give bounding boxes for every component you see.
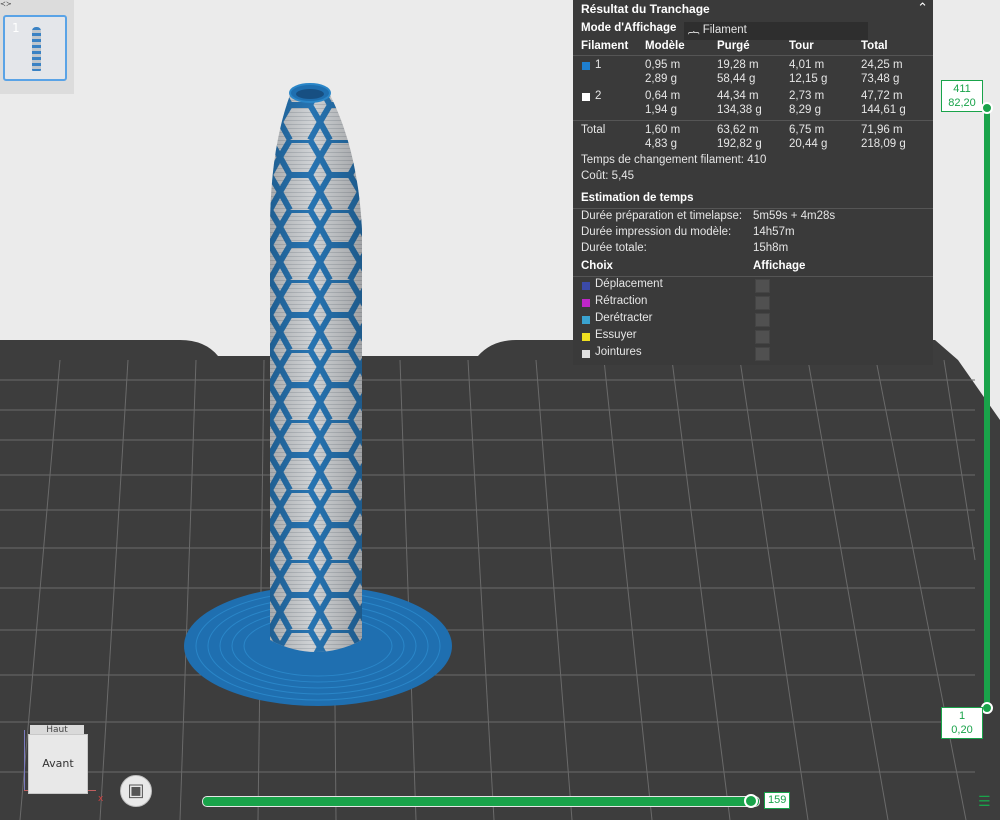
- header-model: Modèle: [645, 40, 685, 52]
- cell: 58,44 g: [717, 73, 756, 85]
- z-axis: [24, 730, 25, 790]
- cell: 20,44 g: [789, 138, 828, 150]
- time-label: Durée préparation et timelapse:: [581, 210, 743, 222]
- cell: 192,82 g: [717, 138, 762, 150]
- header-total: Total: [861, 40, 888, 52]
- cell: 0,95 m: [645, 59, 681, 71]
- cell: 2,73 m: [789, 90, 825, 102]
- layer-bottom-label: 1 0,20: [941, 707, 983, 739]
- legend-seams: Jointures: [595, 346, 642, 358]
- view-mode-select[interactable]: ︷ Filament: [684, 22, 868, 40]
- layer-top-height: 82,20: [948, 97, 976, 109]
- cell: 8,29 g: [789, 104, 821, 116]
- legend-wipe: Essuyer: [595, 329, 637, 341]
- layer-slider-top-handle[interactable]: [981, 102, 993, 114]
- layer-slider-track[interactable]: [984, 108, 990, 708]
- plate-number: 1: [12, 21, 20, 35]
- cell: 1,94 g: [645, 104, 677, 116]
- legend-swatch-retraction: [582, 299, 590, 307]
- cell: 47,72 m: [861, 90, 903, 102]
- display-checkbox-deretraction[interactable]: [755, 313, 770, 327]
- legend-swatch-deretraction: [582, 316, 590, 324]
- slicing-result-panel: Résultat du Tranchage ⌃ Mode d'Affichage…: [573, 0, 933, 365]
- cell: 2,89 g: [645, 73, 677, 85]
- layer-top-label: 411 82,20: [941, 80, 983, 112]
- cell: 4,83 g: [645, 138, 677, 150]
- x-axis-label: x: [98, 794, 104, 804]
- display-checkbox-wipe[interactable]: [755, 330, 770, 344]
- cell: 144,61 g: [861, 104, 906, 116]
- header-purged: Purgé: [717, 40, 750, 52]
- legend-travel: Déplacement: [595, 278, 663, 290]
- reset-view-icon[interactable]: ▣: [120, 775, 152, 807]
- cell: 63,62 m: [717, 124, 759, 136]
- legend-swatch-wipe: [582, 333, 590, 341]
- divider: [573, 208, 933, 209]
- time-value: 15h8m: [753, 242, 789, 254]
- time-value: 14h57m: [753, 226, 795, 238]
- view-mode-label: Mode d'Affichage: [581, 22, 677, 34]
- divider: [573, 55, 933, 56]
- layer-bottom-number: 1: [958, 710, 966, 722]
- legend-swatch-seams: [582, 350, 590, 358]
- cell: 73,48 g: [861, 73, 900, 85]
- panel-title: Résultat du Tranchage: [581, 2, 710, 16]
- filament-change-time: Temps de changement filament: 410: [581, 154, 767, 166]
- cost: Coût: 5,45: [581, 170, 635, 182]
- cell: 134,38 g: [717, 104, 762, 116]
- chevron-down-icon: ︷: [688, 24, 700, 36]
- time-value: 5m59s + 4m28s: [753, 210, 836, 222]
- cell: 0,64 m: [645, 90, 681, 102]
- plate-thumbnail[interactable]: 1: [3, 15, 67, 81]
- printed-model: [270, 83, 362, 652]
- move-slider-track[interactable]: [202, 796, 760, 807]
- cell: 19,28 m: [717, 59, 759, 71]
- legend-retraction: Rétraction: [595, 295, 648, 307]
- legend-swatch-travel: [582, 282, 590, 290]
- filament-1-id: 1: [595, 59, 602, 71]
- header-tower: Tour: [789, 40, 814, 52]
- layers-icon[interactable]: ☰: [978, 794, 991, 810]
- time-estimate-title: Estimation de temps: [581, 192, 694, 204]
- move-slider-value: 159: [764, 792, 791, 809]
- cell: 44,34 m: [717, 90, 759, 102]
- time-label: Durée totale:: [581, 242, 647, 254]
- cube-front-face[interactable]: Avant: [28, 734, 88, 794]
- view-mode-value: Filament: [702, 24, 747, 36]
- cell: 24,25 m: [861, 59, 903, 71]
- filament-1-swatch: [582, 62, 590, 70]
- display-header: Affichage: [753, 260, 806, 272]
- divider: [573, 276, 933, 277]
- filament-2-id: 2: [595, 90, 602, 102]
- display-checkbox-retraction[interactable]: [755, 296, 770, 310]
- collapse-up-icon[interactable]: ⌃: [917, 0, 928, 16]
- display-checkbox-travel[interactable]: [755, 279, 770, 293]
- cell: 71,96 m: [861, 124, 903, 136]
- cell: 218,09 g: [861, 138, 906, 150]
- cell: 12,15 g: [789, 73, 828, 85]
- options-header: Choix: [581, 260, 613, 272]
- build-plate: [0, 340, 1000, 820]
- sidebar-toggle-icon[interactable]: ≺≻: [0, 0, 12, 8]
- display-checkbox-seams[interactable]: [755, 347, 770, 361]
- legend-deretraction: Derétracter: [595, 312, 653, 324]
- header-filament: Filament: [581, 40, 629, 52]
- total-label: Total: [581, 124, 606, 136]
- cell: 6,75 m: [789, 124, 825, 136]
- cell: 1,60 m: [645, 124, 681, 136]
- cell: 4,01 m: [789, 59, 825, 71]
- layer-bottom-height: 0,20: [951, 724, 973, 736]
- divider: [573, 120, 933, 121]
- move-slider-handle[interactable]: [744, 794, 758, 808]
- filament-2-swatch: [582, 93, 590, 101]
- view-cube[interactable]: Haut Avant x: [16, 722, 104, 806]
- layer-top-number: 411: [953, 83, 971, 95]
- time-label: Durée impression du modèle:: [581, 226, 732, 238]
- thumbnail-model: [32, 27, 41, 71]
